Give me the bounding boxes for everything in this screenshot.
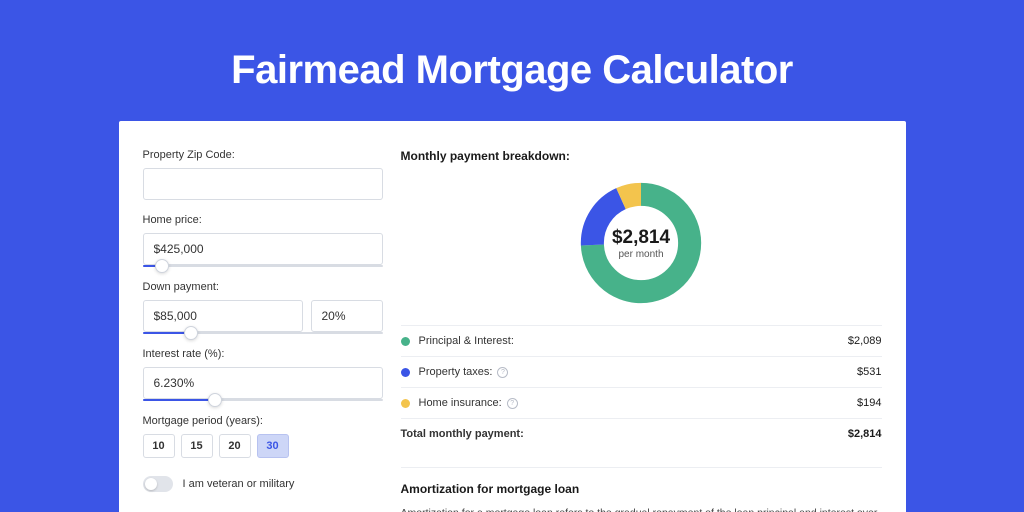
donut-amount: $2,814 xyxy=(612,227,670,249)
total-label: Total monthly payment: xyxy=(401,428,848,440)
veteran-toggle-row: I am veteran or military xyxy=(143,476,383,492)
period-btn-30[interactable]: 30 xyxy=(257,434,289,458)
interest-rate-label: Interest rate (%): xyxy=(143,348,383,360)
breakdown-header: Monthly payment breakdown: xyxy=(401,149,882,163)
donut-wrap: $2,814 per month xyxy=(401,173,882,325)
down-payment-label: Down payment: xyxy=(143,281,383,293)
home-price-label: Home price: xyxy=(143,214,383,226)
zip-label: Property Zip Code: xyxy=(143,149,383,161)
legend-row-home-insurance: Home insurance: ? $194 xyxy=(401,387,882,418)
legend-label: Principal & Interest: xyxy=(419,335,848,347)
donut-subtext: per month xyxy=(618,249,663,260)
amortization-header: Amortization for mortgage loan xyxy=(401,482,882,496)
home-price-slider-thumb[interactable] xyxy=(155,259,169,273)
page-title: Fairmead Mortgage Calculator xyxy=(0,0,1024,121)
info-icon[interactable]: ? xyxy=(497,367,508,378)
legend-label: Property taxes: ? xyxy=(419,366,858,378)
calculator-card: Property Zip Code: Home price: Down paym… xyxy=(119,121,906,512)
amortization-body: Amortization for a mortgage loan refers … xyxy=(401,506,882,512)
home-price-input[interactable] xyxy=(143,233,383,265)
info-icon[interactable]: ? xyxy=(507,398,518,409)
home-price-field-group: Home price: xyxy=(143,214,383,267)
mortgage-period-buttons: 10 15 20 30 xyxy=(143,434,383,458)
legend-dot-icon xyxy=(401,399,410,408)
legend-row-property-taxes: Property taxes: ? $531 xyxy=(401,356,882,387)
period-btn-20[interactable]: 20 xyxy=(219,434,251,458)
down-payment-field-group: Down payment: xyxy=(143,281,383,334)
veteran-toggle[interactable] xyxy=(143,476,173,492)
home-price-slider[interactable] xyxy=(143,265,383,267)
legend-row-principal-interest: Principal & Interest: $2,089 xyxy=(401,325,882,356)
down-payment-amount-input[interactable] xyxy=(143,300,303,332)
veteran-toggle-label: I am veteran or military xyxy=(183,478,295,490)
down-payment-percent-input[interactable] xyxy=(311,300,383,332)
interest-rate-field-group: Interest rate (%): xyxy=(143,348,383,401)
interest-rate-slider-thumb[interactable] xyxy=(208,393,222,407)
down-payment-slider-thumb[interactable] xyxy=(184,326,198,340)
legend-value: $2,089 xyxy=(848,335,882,347)
legend-value: $194 xyxy=(857,397,881,409)
zip-input[interactable] xyxy=(143,168,383,200)
interest-rate-slider[interactable] xyxy=(143,399,383,401)
legend-label-text: Property taxes: xyxy=(419,366,493,378)
mortgage-period-field-group: Mortgage period (years): 10 15 20 30 xyxy=(143,415,383,458)
legend-label: Home insurance: ? xyxy=(419,397,858,409)
down-payment-slider[interactable] xyxy=(143,332,383,334)
total-value: $2,814 xyxy=(848,428,882,440)
amortization-section: Amortization for mortgage loan Amortizat… xyxy=(401,467,882,512)
legend-row-total: Total monthly payment: $2,814 xyxy=(401,418,882,449)
zip-field-group: Property Zip Code: xyxy=(143,149,383,200)
legend-dot-icon xyxy=(401,337,410,346)
mortgage-period-label: Mortgage period (years): xyxy=(143,415,383,427)
legend-dot-icon xyxy=(401,368,410,377)
period-btn-15[interactable]: 15 xyxy=(181,434,213,458)
legend-value: $531 xyxy=(857,366,881,378)
legend-label-text: Home insurance: xyxy=(419,397,502,409)
form-panel: Property Zip Code: Home price: Down paym… xyxy=(143,149,383,512)
donut-center: $2,814 per month xyxy=(577,179,705,307)
interest-rate-slider-fill xyxy=(143,399,215,401)
breakdown-panel: Monthly payment breakdown: $2,814 per mo… xyxy=(401,149,882,512)
payment-donut-chart: $2,814 per month xyxy=(577,179,705,307)
interest-rate-input[interactable] xyxy=(143,367,383,399)
period-btn-10[interactable]: 10 xyxy=(143,434,175,458)
